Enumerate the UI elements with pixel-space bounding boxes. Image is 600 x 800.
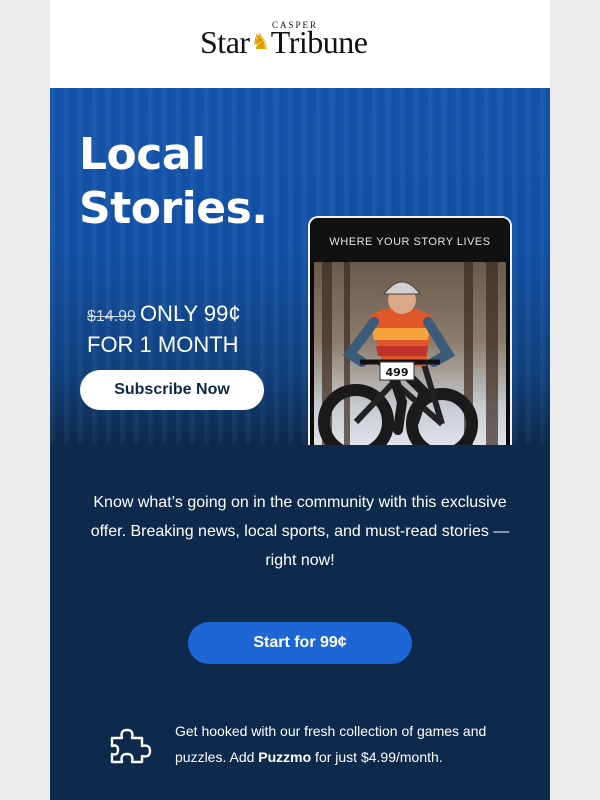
start-for-99-button[interactable]: Start for 99¢ [188, 622, 412, 664]
masthead: CASPER Star♞Tribune [50, 0, 550, 88]
puzzmo-promo-text: Get hooked with our fresh collection of … [175, 718, 535, 770]
logo-star-text: Star [200, 24, 250, 60]
star-tribune-logo[interactable]: CASPER Star♞Tribune [200, 18, 400, 61]
offer-duration: FOR 1 MONTH [87, 332, 239, 357]
logo-wordmark: Star♞Tribune [200, 24, 400, 61]
hero-banner: Local Stories. $14.99 ONLY 99¢ FOR 1 MONT… [50, 88, 550, 445]
hero-headline: Local Stories. [79, 129, 268, 234]
phone-tagline: WHERE YOUR STORY LIVES [310, 218, 510, 262]
price-offer: $14.99 ONLY 99¢ FOR 1 MONTH [87, 300, 241, 359]
phone-mockup: WHERE YOUR STORY LIVES 499 [308, 216, 512, 445]
puzzle-icon [110, 728, 152, 764]
puzzmo-link[interactable]: Puzzmo [258, 749, 311, 765]
logo-tribune-text: Tribune [270, 24, 368, 60]
cyclist-photo: 499 [314, 262, 506, 445]
offer-price: ONLY 99¢ [139, 301, 241, 326]
cyclist-illustration: 499 [318, 281, 478, 445]
puzzmo-text-after: for just $4.99/month. [311, 749, 443, 765]
subscribe-now-button[interactable]: Subscribe Now [80, 370, 264, 410]
old-price: $14.99 [87, 308, 136, 325]
bucking-horse-icon: ♞ [250, 29, 271, 54]
offer-description: Know what’s going on in the community wi… [90, 494, 510, 569]
email-body: CASPER Star♞Tribune Local Stories. $14.9… [50, 0, 550, 800]
bib-number: 499 [386, 366, 409, 379]
